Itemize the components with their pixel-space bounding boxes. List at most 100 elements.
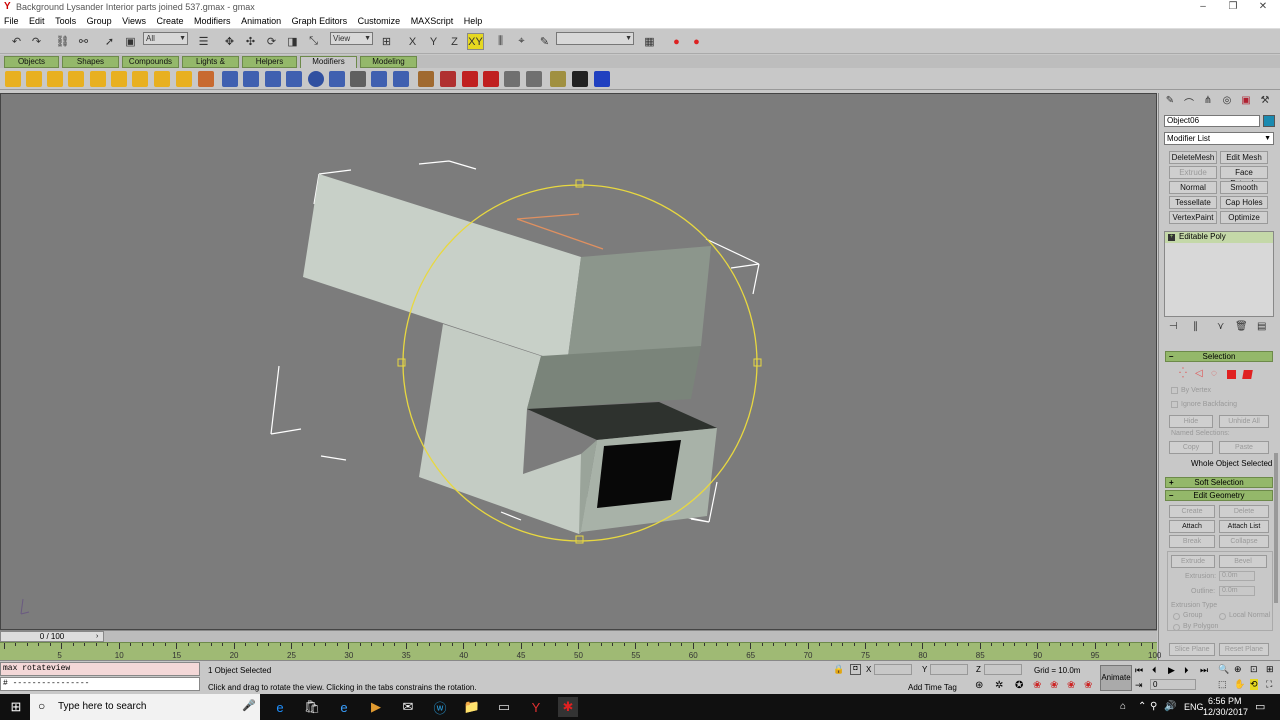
soft-selection-rollout-header[interactable]: + Soft Selection — [1165, 477, 1273, 488]
go-to-end-icon[interactable]: ⏭ — [1200, 665, 1208, 676]
tab-modifiers[interactable]: Modifiers — [300, 56, 357, 68]
edit-normals-icon[interactable] — [329, 71, 345, 87]
modify-tab-icon[interactable]: ⌒ — [1181, 95, 1197, 110]
z-coordinate-field[interactable] — [984, 664, 1022, 675]
menu-file[interactable]: File — [0, 14, 23, 28]
maxscript-listener-input[interactable]: max rotateview — [0, 662, 200, 676]
uvw-xform-icon[interactable] — [265, 71, 281, 87]
snaps-icon[interactable]: ⊛ — [975, 680, 983, 691]
make-unique-icon[interactable]: ⋎ — [1217, 321, 1224, 332]
percent-snap-icon[interactable]: ✪ — [1015, 680, 1023, 691]
create-tab-icon[interactable]: ✎ — [1162, 95, 1178, 109]
animate-button[interactable]: Animate — [1100, 665, 1132, 691]
language-indicator[interactable]: ENG — [1184, 702, 1204, 712]
zoom-extents-all-icon[interactable]: ⊞ — [1266, 664, 1274, 675]
rotate-icon[interactable]: ⟳ — [263, 33, 280, 50]
extrusion-spinner[interactable]: 0.0m — [1219, 571, 1255, 581]
axis-x-icon[interactable]: X — [404, 33, 421, 50]
red-app-icon[interactable]: ✱ — [558, 697, 578, 717]
perspective-viewport[interactable] — [0, 93, 1157, 630]
extrude-button[interactable]: Extrude — [1171, 555, 1215, 568]
edge-mode-icon[interactable]: ◁ — [1195, 368, 1203, 379]
reference-coord-dropdown[interactable]: View ▼ — [330, 32, 373, 45]
people-icon[interactable]: ⌂ — [1120, 701, 1126, 712]
bend-modifier-icon[interactable] — [5, 71, 21, 87]
delete-button[interactable]: Delete — [1219, 505, 1269, 518]
tab-modeling[interactable]: Modeling — [360, 56, 417, 68]
material-modifier-icon[interactable] — [286, 71, 302, 87]
time-slider[interactable]: 0 / 100 › — [0, 630, 1157, 642]
play-icon[interactable]: ▶ — [1168, 665, 1175, 676]
selection-filter-dropdown[interactable]: All ▼ — [143, 32, 188, 45]
ie-icon[interactable]: e — [334, 697, 354, 717]
track-bar[interactable]: 5 10 15 20 25 30 35 40 45 50 55 60 65 70 75 80 85 90 95 100 — [0, 642, 1161, 660]
tessellate-button[interactable]: Tessellate — [1169, 196, 1217, 209]
face-extrude-button[interactable]: Face Extrude — [1220, 166, 1268, 188]
lattice-modifier-icon[interactable] — [198, 71, 214, 87]
hierarchy-tab-icon[interactable]: ⋔ — [1200, 95, 1216, 109]
tab-helpers[interactable]: Helpers — [242, 56, 297, 68]
menu-edit[interactable]: Edit — [25, 14, 49, 28]
attach-button[interactable]: Attach — [1169, 520, 1215, 533]
deletemesh-button[interactable]: DeleteMesh — [1169, 151, 1217, 164]
redo-icon[interactable]: ↷ — [28, 33, 45, 50]
pan-icon[interactable]: ✋ — [1234, 679, 1245, 690]
go-to-start-icon[interactable]: ⏮ — [1135, 665, 1143, 676]
select-arrow-icon[interactable]: ➚ — [101, 33, 118, 50]
cap-holes-icon[interactable] — [483, 71, 499, 87]
mirror-icon[interactable]: ⫼ — [492, 33, 509, 50]
named-selection-icon[interactable]: ✎ — [536, 33, 553, 50]
menu-group[interactable]: Group — [83, 14, 116, 28]
zoom-extents-icon[interactable]: ⊡ — [1250, 664, 1258, 675]
maxscript-listener-output[interactable]: # ---------------- — [0, 677, 200, 691]
vol-select-icon[interactable] — [393, 71, 409, 87]
clock-date[interactable]: 12/30/2017 — [1203, 707, 1248, 717]
motion-tab-icon[interactable]: ◎ — [1219, 95, 1235, 109]
paste-button[interactable]: Paste — [1219, 441, 1269, 454]
configure-sets-icon[interactable]: ▤ — [1257, 321, 1266, 332]
ripple-modifier-icon[interactable] — [154, 71, 170, 87]
menu-tools[interactable]: Tools — [51, 14, 80, 28]
arc-rotate-icon[interactable]: ⟲ — [1250, 679, 1258, 690]
optimize-button[interactable]: Optimize — [1220, 211, 1268, 224]
vertexpaint-button[interactable]: VertexPaint — [1169, 211, 1217, 224]
undo-icon[interactable]: ↶ — [8, 33, 25, 50]
skew-modifier-icon[interactable] — [132, 71, 148, 87]
menu-views[interactable]: Views — [118, 14, 150, 28]
select-move-icon[interactable]: ✣ — [242, 33, 259, 50]
linked-xform-icon[interactable] — [526, 71, 542, 87]
extrude-modifier-button[interactable]: Extrude — [1169, 166, 1217, 179]
current-frame-field[interactable]: 0 — [1150, 679, 1196, 690]
color-map-icon[interactable] — [594, 71, 610, 87]
time-slider-thumb[interactable]: 0 / 100 › — [0, 631, 104, 642]
local-normal-radio[interactable] — [1219, 613, 1226, 620]
mesh-smooth-icon[interactable] — [371, 71, 387, 87]
menu-customize[interactable]: Customize — [354, 14, 405, 28]
teapot-icon[interactable] — [550, 71, 566, 87]
material-editor-icon[interactable]: ▦ — [641, 33, 658, 50]
y-coordinate-field[interactable] — [930, 664, 968, 675]
noise-modifier-icon[interactable] — [68, 71, 84, 87]
media-icon[interactable]: ▶ — [366, 697, 386, 717]
absolute-mode-icon[interactable]: ◘ — [850, 664, 861, 675]
wave-modifier-icon[interactable] — [176, 71, 192, 87]
zoom-all-icon[interactable]: ⊕ — [1234, 664, 1242, 675]
zoom-icon[interactable]: 🔍 — [1218, 664, 1229, 675]
previous-frame-icon[interactable]: ⏴ — [1152, 665, 1157, 676]
slice-modifier-icon[interactable] — [418, 71, 434, 87]
set-key-icon[interactable]: ❀ — [1050, 680, 1058, 691]
menu-animation[interactable]: Animation — [237, 14, 285, 28]
outline-spinner[interactable]: 0.0m — [1219, 586, 1255, 596]
menu-graph-editors[interactable]: Graph Editors — [288, 14, 352, 28]
x-coordinate-field[interactable] — [874, 664, 912, 675]
key-mode-icon[interactable]: ❀ — [1033, 680, 1041, 691]
delete-mesh-icon[interactable] — [462, 71, 478, 87]
element-mode-icon[interactable] — [1242, 370, 1253, 379]
smooth-modifier-icon[interactable] — [350, 71, 366, 87]
align-icon[interactable]: ⌖ — [513, 33, 530, 50]
selection-rollout-header[interactable]: – Selection — [1165, 351, 1273, 362]
taskbar-search-box[interactable]: ○ Type here to search 🎤 — [30, 694, 260, 720]
checker-icon[interactable] — [572, 71, 588, 87]
twist-modifier-icon[interactable] — [47, 71, 63, 87]
object-color-swatch[interactable] — [1263, 115, 1275, 127]
